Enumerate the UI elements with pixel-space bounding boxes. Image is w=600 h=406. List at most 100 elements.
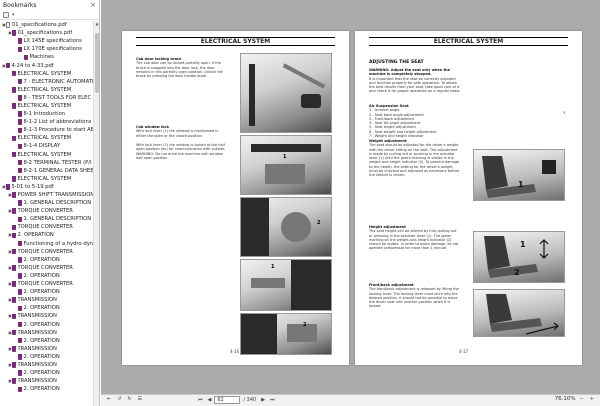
first-page-icon[interactable]: ⏮ <box>196 397 205 403</box>
bookmark-item[interactable]: ▣ 01_specifications.pdf <box>0 29 94 37</box>
bookmark-item[interactable]: ▣ 4-24 to 4-33.pdf <box>0 61 94 69</box>
bookmark-item[interactable]: ▣ TRANSMISSION <box>0 377 94 385</box>
seat-weight-image: 1 <box>473 149 565 201</box>
zoom-level[interactable]: 76.10% <box>555 396 576 402</box>
bookmark-item[interactable]: 8 - TEST TOOLS FOR ELEC <box>0 94 94 102</box>
bookmark-item[interactable]: ▣ 2. OPERATION <box>0 231 94 239</box>
bookmark-label: 2. OPERATION <box>23 289 60 296</box>
bookmark-item[interactable]: ▣ 01_specifications.pdf <box>0 21 94 29</box>
chevron-down-icon[interactable]: ▾ <box>12 12 15 18</box>
bookmark-item[interactable]: 2. OPERATION <box>0 272 94 280</box>
bookmark-item[interactable]: ELECTRICAL SYSTEM <box>0 70 94 78</box>
bookmark-icon <box>18 370 22 376</box>
bookmark-label: 2. OPERATION <box>17 232 54 239</box>
bookmark-label: TRANSMISSION <box>17 329 57 336</box>
scrollbar-thumb[interactable] <box>95 33 99 93</box>
bookmark-item[interactable]: ▣ POWER SHIFT TRANSMISSION <box>0 191 94 199</box>
block-body: With lock lever (1) the window is mainta… <box>136 129 219 138</box>
bookmark-item[interactable]: ELECTRICAL SYSTEM <box>0 102 94 110</box>
bookmark-item[interactable]: 2. OPERATION <box>0 353 94 361</box>
seat-caption: 1 <box>518 180 524 189</box>
bookmark-item[interactable]: 1. GENERAL DESCRIPTION <box>0 215 94 223</box>
bookmark-item[interactable]: 2. OPERATION <box>0 320 94 328</box>
bookmark-item[interactable]: 1. GENERAL DESCRIPTION <box>0 199 94 207</box>
bookmark-label: LX 145E specifications <box>23 38 82 45</box>
bookmark-item[interactable]: ▣ TRANSMISSION <box>0 329 94 337</box>
bookmark-label: TORQUE CONVERTER <box>17 248 73 255</box>
previous-page-icon[interactable]: ◀ <box>206 397 214 403</box>
fit-width-icon[interactable]: ⇤ <box>105 396 113 402</box>
block-body: With lock lever (2) the window is locked… <box>136 143 226 160</box>
bookmark-item[interactable]: 8-1-2 List of abbreviations <box>0 118 94 126</box>
bookmark-item[interactable]: Functioning of a hydro-dyna <box>0 240 94 248</box>
close-panel-icon[interactable]: × <box>90 2 96 9</box>
bookmark-icon <box>18 143 22 150</box>
bookmark-label: ELECTRICAL SYSTEM <box>17 135 72 142</box>
callout-label: 2 <box>317 220 321 226</box>
bookmark-options-icon[interactable] <box>3 12 9 18</box>
bookmark-item[interactable]: ▣ TRANSMISSION <box>0 296 94 304</box>
rotate-right-icon[interactable]: ↻ <box>125 396 133 402</box>
sidebar-scrollbar[interactable]: ▲ <box>93 21 99 406</box>
document-icon <box>6 22 10 28</box>
bookmark-item[interactable]: ▣ TORQUE CONVERTER <box>0 280 94 288</box>
bookmark-icon <box>18 337 22 344</box>
bookmark-item[interactable]: 8-2 TERMINAL TESTER (P/I <box>0 159 94 167</box>
section-body: The seat height can be altered by fully … <box>369 229 459 251</box>
zoom-out-icon[interactable]: − <box>578 396 586 402</box>
bookmark-item[interactable]: ELECTRICAL SYSTEM <box>0 86 94 94</box>
bookmark-item[interactable]: ▣ TORQUE CONVERTER <box>0 264 94 272</box>
bookmark-label: 2. OPERATION <box>23 305 60 312</box>
bookmark-item[interactable]: ▣ TRANSMISSION <box>0 312 94 320</box>
bookmark-icon <box>24 54 28 61</box>
zoom-in-icon[interactable]: + <box>588 396 596 402</box>
window-lock-photo-3: 1 <box>240 259 332 311</box>
rotate-left-icon[interactable]: ↺ <box>115 396 123 402</box>
bookmark-item[interactable]: ▣ TRANSMISSION <box>0 361 94 369</box>
bookmark-label: ELECTRICAL SYSTEM <box>17 175 72 182</box>
bookmark-item[interactable]: ▣ TRANSMISSION <box>0 345 94 353</box>
bookmark-icon <box>12 192 16 198</box>
bookmark-item[interactable]: 8-2-1 GENERAL DATA SHEE <box>0 167 94 175</box>
bookmark-item[interactable]: 8-1 Introduction <box>0 110 94 118</box>
bookmark-item[interactable]: LX 145E specifications <box>0 37 94 45</box>
bookmark-item[interactable]: ELECTRICAL SYSTEM <box>0 175 94 183</box>
bookmark-item[interactable]: ▣ 5-01 to 5-19.pdf <box>0 183 94 191</box>
bookmark-label: 8-1 Introduction <box>23 111 66 118</box>
bookmark-item[interactable]: ▣ TORQUE CONVERTER <box>0 248 94 256</box>
bookmark-item[interactable]: 2. OPERATION <box>0 337 94 345</box>
bookmark-label: 8-2-1 GENERAL DATA SHEE <box>23 167 94 174</box>
next-page-icon[interactable]: ▶ <box>259 397 267 403</box>
bookmark-item[interactable]: ELECTRICAL SYSTEM <box>0 134 94 142</box>
bookmark-icon <box>18 200 22 206</box>
seat-caption: 2 <box>514 268 520 277</box>
bookmark-icon <box>18 289 22 295</box>
bookmark-item[interactable]: 8-1-4 DISPLAY <box>0 142 94 150</box>
bookmark-label: TRANSMISSION <box>17 297 57 304</box>
bookmark-item[interactable]: 2. OPERATION <box>0 385 94 393</box>
bookmark-item[interactable]: 7 - ELECTRONIC AUTOMATI <box>0 78 94 86</box>
bookmark-item[interactable]: LX 170E specifications <box>0 45 94 53</box>
bookmark-item[interactable]: 2. OPERATION <box>0 288 94 296</box>
bookmark-item[interactable]: Machines <box>0 53 94 61</box>
bookmark-icon <box>12 176 16 182</box>
bookmark-label: ELECTRICAL SYSTEM <box>17 70 72 77</box>
bookmark-tree: ▣ 01_specifications.pdf ▣ 01_specifications… <box>0 21 94 393</box>
document-viewer[interactable]: ELECTRICAL SYSTEM Cab door locking brace… <box>101 0 600 394</box>
bookmark-icon <box>18 216 22 223</box>
page-number-input[interactable]: 62 <box>214 396 241 404</box>
bookmark-item[interactable]: ELECTRICAL SYSTEM <box>0 151 94 159</box>
last-page-icon[interactable]: ⏭ <box>268 397 277 403</box>
bookmark-item[interactable]: 8-1-3 Procedure to start AE <box>0 126 94 134</box>
bookmark-icon <box>12 378 16 384</box>
bookmark-item[interactable]: TORQUE CONVERTER <box>0 223 94 231</box>
scroll-up-icon[interactable]: ▲ <box>94 21 99 27</box>
bookmark-item[interactable]: 2. OPERATION <box>0 256 94 264</box>
section-body: The seat should be adjusted for the driv… <box>369 143 460 178</box>
page-layout-icon[interactable]: ☰ <box>136 396 144 402</box>
bookmark-icon <box>18 38 22 44</box>
bookmark-label: TORQUE CONVERTER <box>17 208 73 215</box>
bookmark-item[interactable]: 2. OPERATION <box>0 304 94 312</box>
bookmark-item[interactable]: 2. OPERATION <box>0 369 94 377</box>
bookmark-item[interactable]: ▣ TORQUE CONVERTER <box>0 207 94 215</box>
